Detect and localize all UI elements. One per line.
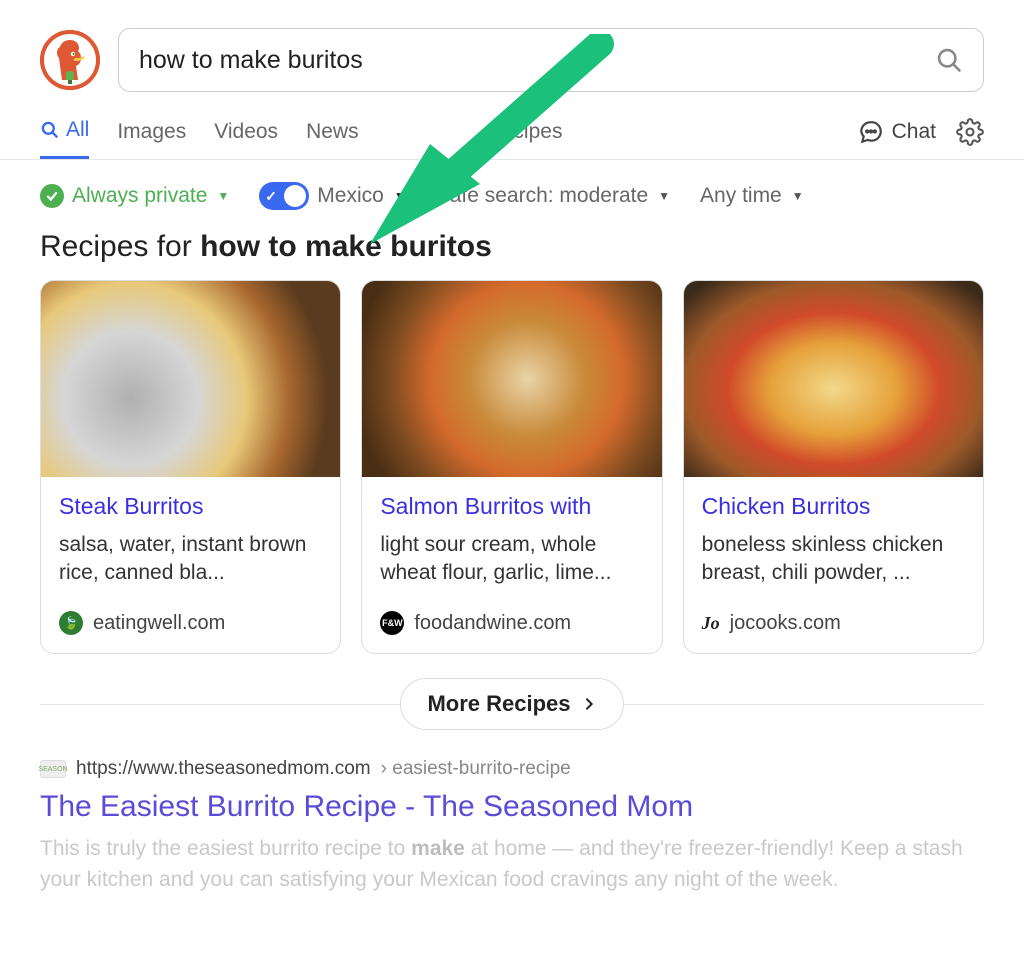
filter-label: Any time — [700, 184, 782, 208]
heading-query: how to make buritos — [200, 230, 492, 263]
tabs-row: All Images Videos News Recipes Chat — [0, 104, 1024, 160]
chat-icon — [858, 119, 884, 145]
filter-safesearch[interactable]: Safe search: moderate ▼ — [436, 184, 670, 208]
recipe-ingredients: light sour cream, whole wheat flour, gar… — [380, 531, 643, 588]
tab-all[interactable]: All — [40, 104, 89, 159]
recipe-title: Steak Burritos — [59, 493, 322, 521]
source-favicon: F&W — [380, 611, 404, 635]
toggle-knob — [284, 185, 306, 207]
filter-anytime[interactable]: Any time ▼ — [700, 184, 804, 208]
recipes-heading: Recipes for how to make buritos — [0, 224, 1024, 280]
search-bar — [118, 28, 984, 92]
recipe-source: jocooks.com — [730, 612, 841, 635]
tab-news[interactable]: News — [306, 104, 359, 159]
recipe-source: eatingwell.com — [93, 612, 225, 635]
recipe-ingredients: salsa, water, instant brown rice, canned… — [59, 531, 322, 588]
tab-videos[interactable]: Videos — [214, 104, 278, 159]
heading-prefix: Recipes for — [40, 230, 192, 263]
tab-label: News — [306, 120, 359, 144]
recipe-card[interactable]: Chicken Burritos boneless skinless chick… — [683, 280, 984, 654]
more-recipes-button[interactable]: More Recipes — [400, 678, 623, 730]
header — [0, 0, 1024, 104]
search-input[interactable] — [139, 46, 935, 75]
tab-images[interactable]: Images — [117, 104, 186, 159]
more-recipes-label: More Recipes — [427, 691, 570, 717]
tab-label: Recipes — [487, 120, 563, 144]
recipe-source: foodandwine.com — [414, 612, 571, 635]
filter-label: Always private — [72, 184, 207, 208]
recipe-title: Chicken Burritos — [702, 493, 965, 521]
recipe-title: Salmon Burritos with — [380, 493, 643, 521]
tab-label: Videos — [214, 120, 278, 144]
recipe-image — [41, 281, 340, 477]
recipe-image — [684, 281, 983, 477]
result-snippet: This is truly the easiest burrito recipe… — [40, 834, 984, 895]
recipe-image — [362, 281, 661, 477]
recipe-card[interactable]: Salmon Burritos with light sour cream, w… — [361, 280, 662, 654]
check-icon — [40, 184, 64, 208]
result-title[interactable]: The Easiest Burrito Recipe - The Seasone… — [40, 790, 984, 824]
chat-label: Chat — [892, 120, 936, 144]
result-path: › easiest-burrito-recipe — [381, 758, 571, 780]
chevron-down-icon: ▼ — [217, 189, 229, 203]
region-toggle[interactable]: ✓ — [259, 182, 309, 210]
duckduckgo-logo[interactable] — [40, 30, 100, 90]
source-favicon: Jo — [702, 611, 720, 635]
filter-region[interactable]: ✓ Mexico ▼ — [259, 182, 405, 210]
search-result: SEASON https://www.theseasonedmom.com › … — [0, 748, 1024, 895]
settings-button[interactable] — [956, 118, 984, 146]
more-recipes-bar: More Recipes — [40, 678, 984, 730]
search-icon[interactable] — [935, 46, 963, 74]
result-url[interactable]: SEASON https://www.theseasonedmom.com › … — [40, 758, 984, 780]
result-favicon: SEASON — [40, 760, 66, 778]
recipe-cards: Steak Burritos salsa, water, instant bro… — [0, 280, 1024, 654]
filter-label: Safe search: moderate — [436, 184, 648, 208]
chevron-right-icon — [581, 696, 597, 712]
tab-label: All — [66, 118, 89, 142]
filters-bar: Always private ▼ ✓ Mexico ▼ Safe search:… — [0, 160, 1024, 224]
recipe-card[interactable]: Steak Burritos salsa, water, instant bro… — [40, 280, 341, 654]
gear-icon — [956, 118, 984, 146]
chat-button[interactable]: Chat — [858, 119, 936, 145]
tab-label: Images — [117, 120, 186, 144]
recipe-ingredients: boneless skinless chicken breast, chili … — [702, 531, 965, 588]
result-host: https://www.theseasonedmom.com — [76, 758, 371, 780]
search-icon — [40, 120, 60, 140]
check-icon: ✓ — [265, 188, 277, 205]
filter-privacy[interactable]: Always private ▼ — [40, 184, 229, 208]
chevron-down-icon: ▼ — [658, 189, 670, 203]
source-favicon: 🍃 — [59, 611, 83, 635]
chevron-down-icon: ▼ — [394, 189, 406, 203]
tab-recipes[interactable]: Recipes — [487, 104, 563, 159]
filter-label: Mexico — [317, 184, 384, 208]
chevron-down-icon: ▼ — [792, 189, 804, 203]
